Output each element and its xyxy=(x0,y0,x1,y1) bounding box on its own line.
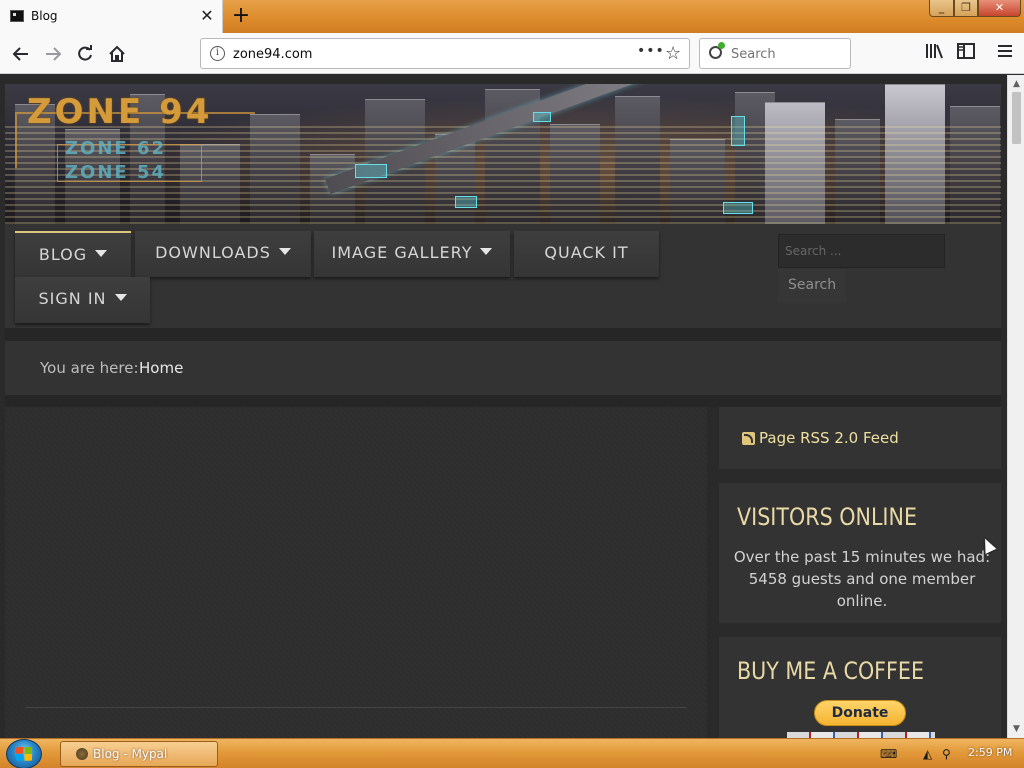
navigation-toolbar: i zone94.com ••• ☆ Search xyxy=(0,33,1024,74)
menu-item-image-gallery[interactable]: IMAGE GALLERY xyxy=(314,231,510,277)
keyboard-icon[interactable]: ⌨ xyxy=(880,747,897,761)
taskbar: Blog - Mypal ⌨ ◭ ⚲ 2:59 PM xyxy=(0,738,1024,768)
close-tab-icon[interactable]: ✕ xyxy=(198,6,216,26)
close-window-button[interactable]: ✕ xyxy=(978,0,1021,17)
rss-module: Page RSS 2.0 Feed xyxy=(719,407,1001,469)
library-icon[interactable] xyxy=(923,43,945,65)
buy-me-a-coffee-module: BUY ME A COFFEE Donate xyxy=(719,637,1001,738)
hologram-panel xyxy=(455,196,477,208)
sidebar-toggle-icon[interactable] xyxy=(955,43,977,65)
rss-feed-link[interactable]: Page RSS 2.0 Feed xyxy=(759,429,899,447)
close-icon: ✕ xyxy=(994,1,1005,14)
sidebar-glyph xyxy=(957,43,975,59)
rss-icon xyxy=(742,432,755,445)
page-viewport: ZONE 94 ZONE 62 ZONE 54 BLOG DOWNLOADS I… xyxy=(0,75,1007,738)
minimize-icon: _ xyxy=(938,1,945,14)
visitors-title: VISITORS ONLINE xyxy=(737,503,918,531)
site-favicon-icon xyxy=(10,10,24,22)
restore-window-button[interactable]: ❐ xyxy=(954,0,978,17)
menu-item-downloads[interactable]: DOWNLOADS xyxy=(135,231,311,277)
coffee-title: BUY ME A COFFEE xyxy=(737,657,925,685)
start-button[interactable] xyxy=(6,739,42,768)
reload-icon xyxy=(78,45,92,61)
tab-blog[interactable]: Blog ✕ xyxy=(0,0,223,33)
hologram-panel xyxy=(731,116,745,146)
new-tab-button[interactable]: + xyxy=(230,4,252,28)
browser-search-placeholder[interactable]: Search xyxy=(731,47,776,62)
taskbar-window-label: Blog - Mypal xyxy=(93,747,168,761)
logo-sub-text: ZONE 62 xyxy=(65,138,167,159)
menu-hamburger-icon[interactable] xyxy=(994,43,1016,65)
tab-title: Blog xyxy=(31,9,58,23)
menu-item-label: SIGN IN xyxy=(38,289,107,308)
home-icon xyxy=(109,45,125,62)
menu-item-label: BLOG xyxy=(38,245,88,264)
menu-item-sign-in[interactable]: SIGN IN xyxy=(15,277,150,323)
tab-strip: Blog ✕ + _ ❐ ✕ xyxy=(0,0,1024,33)
logo-sub-text: ZONE 54 xyxy=(65,162,167,183)
page-scrollbar[interactable]: ▲ ▼ xyxy=(1007,75,1024,738)
hologram-panel xyxy=(355,164,387,178)
caret-down-icon xyxy=(114,294,127,301)
search-engine-icon xyxy=(709,42,725,59)
caret-down-icon xyxy=(95,250,108,257)
main-content xyxy=(5,407,707,738)
site-search-button[interactable]: Search xyxy=(778,269,846,303)
search-tray-icon[interactable]: ⚲ xyxy=(942,747,951,761)
url-text[interactable]: zone94.com xyxy=(233,47,312,62)
back-button[interactable] xyxy=(8,41,34,67)
visitors-online-module: VISITORS ONLINE Over the past 15 minutes… xyxy=(719,483,1001,623)
taskbar-clock[interactable]: 2:59 PM xyxy=(968,746,1012,759)
hologram-panel xyxy=(723,202,753,214)
address-bar[interactable]: i zone94.com ••• ☆ xyxy=(200,38,690,69)
section-divider xyxy=(5,395,1001,407)
site-banner[interactable]: ZONE 94 ZONE 62 ZONE 54 xyxy=(5,84,1001,224)
visitors-text: Over the past 15 minutes we had: 5458 gu… xyxy=(733,548,991,610)
scroll-thumb[interactable] xyxy=(1012,92,1021,144)
page-actions-icon[interactable]: ••• xyxy=(637,43,665,59)
menu-item-blog[interactable]: BLOG xyxy=(15,231,131,277)
content-divider xyxy=(25,707,687,708)
scroll-down-icon[interactable]: ▼ xyxy=(1011,724,1022,734)
breadcrumb-label: You are here: xyxy=(40,359,139,377)
taskbar-window-button[interactable]: Blog - Mypal xyxy=(60,741,218,767)
network-icon[interactable]: ◭ xyxy=(923,747,932,761)
mypal-icon xyxy=(76,748,88,760)
donate-button[interactable]: Donate xyxy=(814,700,906,726)
bookmark-star-icon[interactable]: ☆ xyxy=(665,43,681,64)
minimize-window-button[interactable]: _ xyxy=(929,0,954,17)
caret-down-icon xyxy=(278,248,291,255)
browser-search-box[interactable]: Search xyxy=(699,38,851,69)
caret-down-icon xyxy=(480,248,493,255)
section-divider xyxy=(5,328,1001,341)
scroll-up-icon[interactable]: ▲ xyxy=(1011,79,1022,89)
breadcrumb-home: Home xyxy=(139,359,184,377)
menu-item-label: DOWNLOADS xyxy=(155,243,271,262)
main-menu-bar: BLOG DOWNLOADS IMAGE GALLERY QUACK IT SI… xyxy=(5,224,1001,328)
hamburger-glyph xyxy=(998,45,1012,57)
menu-item-label: QUACK IT xyxy=(544,243,629,262)
hologram-panel xyxy=(533,112,551,122)
site-logo[interactable]: ZONE 94 xyxy=(27,92,212,132)
site-info-icon[interactable]: i xyxy=(210,46,225,61)
restore-icon: ❐ xyxy=(961,1,971,14)
forward-button[interactable] xyxy=(40,41,66,67)
back-arrow-icon xyxy=(12,47,28,61)
home-button[interactable] xyxy=(104,41,130,67)
site-search-placeholder: Search ... xyxy=(785,244,842,258)
menu-item-quack-it[interactable]: QUACK IT xyxy=(514,231,659,277)
forward-arrow-icon xyxy=(46,47,62,61)
breadcrumb: You are here: Home xyxy=(5,341,1001,395)
library-glyph xyxy=(926,44,943,59)
reload-button[interactable] xyxy=(72,41,98,67)
site-search-input[interactable]: Search ... xyxy=(778,234,945,268)
menu-item-label: IMAGE GALLERY xyxy=(331,243,473,262)
